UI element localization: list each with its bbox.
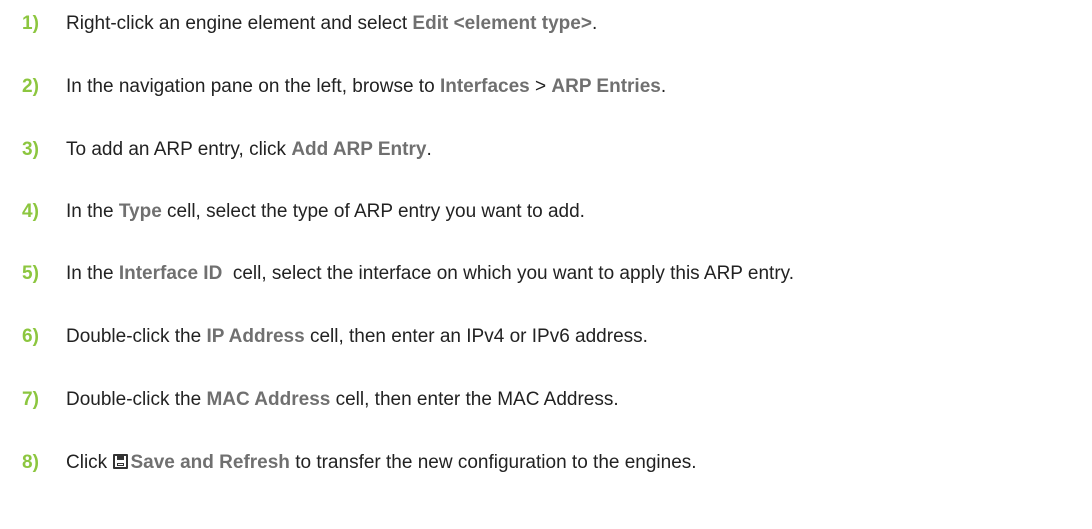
step-number: 2) xyxy=(22,76,39,97)
ui-term-interface-id: Interface ID xyxy=(118,263,223,284)
step-number: 1) xyxy=(22,13,39,34)
ui-term-type: Type xyxy=(118,201,162,222)
step-text: Double-click the IP Address cell, then e… xyxy=(66,326,648,347)
step-number: 3) xyxy=(22,139,39,160)
step-text: Right-click an engine element and select… xyxy=(66,13,598,34)
step-text: Double-click the MAC Address cell, then … xyxy=(66,389,619,410)
ui-term-save-and-refresh: Save and Refresh xyxy=(130,452,290,473)
ui-term-ip-address: IP Address xyxy=(206,326,305,347)
step-number: 8) xyxy=(22,452,39,473)
step-text: To add an ARP entry, click Add ARP Entry… xyxy=(66,139,432,160)
step-number: 7) xyxy=(22,389,39,410)
step-number: 4) xyxy=(22,201,39,222)
step-number: 5) xyxy=(22,263,39,284)
ui-term-interfaces: Interfaces xyxy=(439,76,530,97)
ui-term-add-arp-entry: Add ARP Entry xyxy=(291,139,427,160)
step-number: 6) xyxy=(22,326,39,347)
step-text: In the Interface ID cell, select the int… xyxy=(66,263,795,284)
save-icon xyxy=(113,454,129,469)
step-text: In the Type cell, select the type of ARP… xyxy=(66,201,585,222)
ui-term-arp-entries: ARP Entries xyxy=(551,76,661,97)
ui-term-edit-element-type: Edit <element type> xyxy=(412,13,592,34)
step-text: In the navigation pane on the left, brow… xyxy=(66,76,667,97)
step-text: Click Save and Refresh to transfer the n… xyxy=(66,452,697,473)
ui-term-mac-address: MAC Address xyxy=(206,389,331,410)
